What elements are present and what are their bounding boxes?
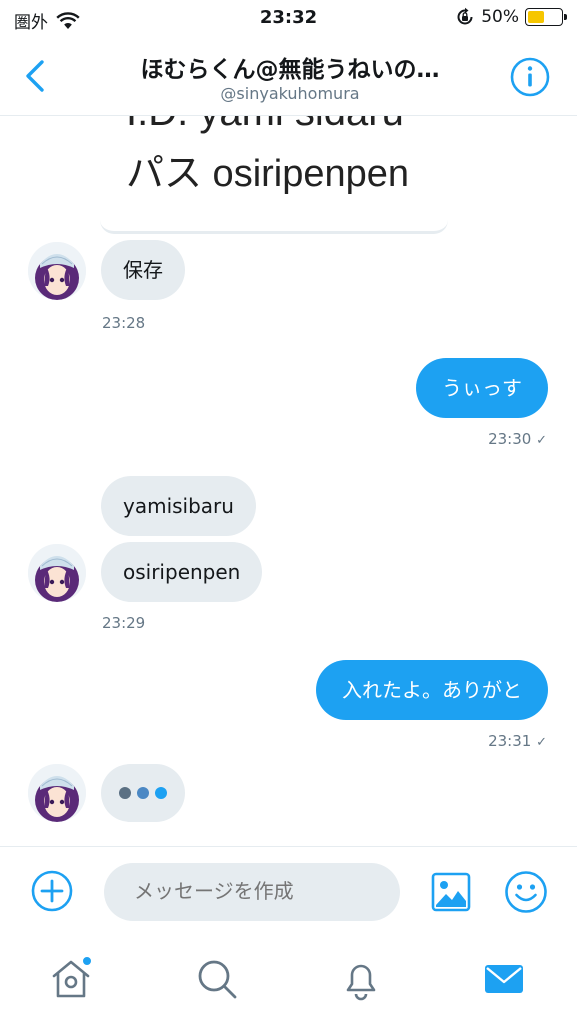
outgoing-message[interactable]: 入れたよ。ありがと bbox=[316, 660, 548, 720]
image-text-line: パス osiripenpen bbox=[126, 153, 410, 195]
battery-level bbox=[528, 11, 544, 23]
tab-notifications[interactable] bbox=[338, 956, 384, 1002]
tab-bar bbox=[0, 936, 577, 1024]
conversation-title[interactable]: ほむらくん@無能うねいの… bbox=[90, 50, 490, 84]
image-icon[interactable] bbox=[430, 871, 472, 913]
avatar-image bbox=[28, 764, 86, 822]
typing-dot bbox=[155, 787, 167, 799]
battery-percent: 50% bbox=[481, 7, 519, 27]
incoming-message[interactable]: osiripenpen bbox=[101, 542, 263, 602]
conversation-header: ほむらくん@無能うねいの… @sinyakuhomura bbox=[0, 36, 577, 116]
mail-icon bbox=[485, 965, 523, 993]
conversation-handle[interactable]: @sinyakuhomura bbox=[90, 84, 490, 103]
info-icon[interactable] bbox=[509, 56, 551, 98]
message-timestamp: 23:31 bbox=[488, 732, 532, 750]
avatar[interactable] bbox=[28, 764, 86, 822]
tab-messages[interactable] bbox=[481, 956, 527, 1002]
avatar[interactable] bbox=[28, 242, 86, 300]
message-timestamp: 23:30 bbox=[488, 430, 532, 448]
chevron-left-icon[interactable] bbox=[18, 56, 54, 96]
plus-circle-icon[interactable] bbox=[30, 869, 74, 913]
avatar-image bbox=[28, 242, 86, 300]
message-timestamp: 23:28 bbox=[102, 314, 146, 332]
incoming-message[interactable]: 保存 bbox=[101, 240, 185, 300]
emoji-icon[interactable] bbox=[503, 869, 549, 915]
message-list[interactable]: I.D. yami sidaru パス osiripenpen 保存 23:28… bbox=[0, 116, 577, 846]
battery-tip bbox=[564, 14, 567, 20]
read-check-icon: ✓ bbox=[536, 433, 547, 448]
message-composer bbox=[0, 846, 577, 936]
image-text-line: I.D. yami sidaru bbox=[126, 116, 404, 135]
status-right: 50% bbox=[455, 7, 567, 27]
notification-dot bbox=[82, 956, 92, 966]
typing-dot bbox=[137, 787, 149, 799]
message-timestamp-row: 23:31 ✓ bbox=[488, 732, 547, 750]
avatar[interactable] bbox=[28, 544, 86, 602]
avatar-image bbox=[28, 544, 86, 602]
message-input[interactable] bbox=[104, 863, 400, 921]
message-timestamp-row: 23:30 ✓ bbox=[488, 430, 547, 448]
message-timestamp: 23:29 bbox=[102, 614, 146, 632]
rotation-lock-icon bbox=[457, 7, 473, 25]
battery-icon bbox=[525, 8, 567, 26]
incoming-message[interactable]: yamisibaru bbox=[101, 476, 256, 536]
typing-dot bbox=[119, 787, 131, 799]
shared-image-message[interactable]: I.D. yami sidaru パス osiripenpen bbox=[100, 116, 448, 234]
bell-icon bbox=[346, 964, 376, 1001]
read-check-icon: ✓ bbox=[536, 735, 547, 750]
tab-home[interactable] bbox=[48, 956, 94, 1002]
status-bar: 圏外 23:32 50% bbox=[0, 0, 577, 36]
typing-indicator bbox=[101, 764, 185, 822]
outgoing-message[interactable]: うぃっす bbox=[416, 358, 548, 418]
tab-search[interactable] bbox=[194, 956, 240, 1002]
search-icon bbox=[198, 960, 237, 999]
